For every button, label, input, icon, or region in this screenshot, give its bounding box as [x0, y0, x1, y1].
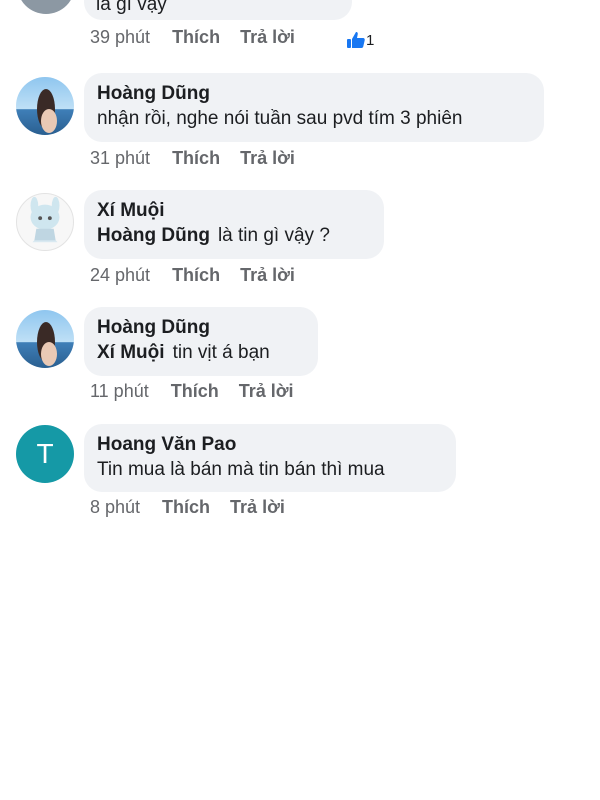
avatar[interactable]: T	[16, 425, 74, 483]
avatar-photo	[16, 310, 74, 368]
comment-text: là gì vậy	[96, 0, 167, 15]
reaction-summary[interactable]: 1	[346, 30, 374, 50]
comment-time: 24 phút	[90, 265, 151, 285]
comment-author[interactable]: Hoàng Dũng	[97, 82, 531, 106]
like-button[interactable]: Thích	[172, 148, 220, 169]
comment-bubble: Hoàng Dũng Xí Muội tin vịt á bạn	[84, 307, 318, 376]
like-button[interactable]: Thích	[162, 497, 210, 518]
comment-content: Hoàng Dũng là tin gì vậy ?	[97, 223, 371, 249]
reply-button[interactable]: Trả lời	[240, 148, 295, 169]
avatar[interactable]	[16, 77, 74, 135]
avatar[interactable]	[17, 0, 75, 14]
comment-time: 11 phút	[90, 381, 149, 401]
avatar-letter: T	[36, 438, 54, 469]
like-button[interactable]: Thích	[172, 27, 220, 48]
avatar-photo	[16, 77, 74, 135]
reply-button[interactable]: Trả lời	[240, 265, 295, 286]
comment-actions: 11 phút Thích Trả lời	[90, 381, 314, 402]
reply-button[interactable]: Trả lời	[239, 381, 294, 402]
comment-time: 39 phút	[90, 27, 151, 47]
comment-text: nhận rồi, nghe nói tuần sau pvd tím 3 ph…	[97, 108, 463, 129]
thumbs-up-icon	[347, 32, 365, 48]
comment-content: Xí Muội tin vịt á bạn	[97, 340, 305, 366]
comment-text: Tin mua là bán mà tin bán thì mua	[97, 459, 385, 480]
comment-bubble: Xí Muội Hoàng Dũng là tin gì vậy ?	[84, 190, 384, 259]
comment-bubble: Hoàng Dũng nhận rồi, nghe nói tuần sau p…	[84, 73, 544, 142]
avatar[interactable]	[16, 310, 74, 368]
comment-bubble: Hoang Văn Pao Tin mua là bán mà tin bán …	[84, 424, 456, 492]
comment-time: 31 phút	[90, 148, 151, 168]
comment-time: 8 phút	[90, 497, 141, 517]
comment-author[interactable]: Xí Muội	[97, 199, 371, 223]
reaction-count: 1	[366, 31, 375, 49]
comment-actions: 8 phút Thích Trả lời	[90, 497, 305, 518]
comment-actions: 31 phút Thích Trả lời	[90, 148, 315, 169]
like-button[interactable]: Thích	[171, 381, 219, 402]
reply-button[interactable]: Trả lời	[230, 497, 285, 518]
comment-actions: 39 phút Thích Trả lời	[90, 27, 315, 48]
avatar[interactable]	[16, 193, 74, 251]
avatar-illustration	[30, 196, 60, 243]
mention-link[interactable]: Xí Muội	[97, 342, 165, 363]
mention-link[interactable]: Hoàng Dũng	[97, 225, 210, 246]
reply-button[interactable]: Trả lời	[240, 27, 295, 48]
comment-text: tin vịt á bạn	[172, 342, 270, 363]
comment-text: là tin gì vậy ?	[217, 225, 330, 246]
comment-author[interactable]: Hoàng Dũng	[97, 316, 305, 340]
comment-author[interactable]: Hoang Văn Pao	[97, 433, 443, 457]
like-button[interactable]: Thích	[172, 265, 220, 286]
comment-actions: 24 phút Thích Trả lời	[90, 265, 315, 286]
